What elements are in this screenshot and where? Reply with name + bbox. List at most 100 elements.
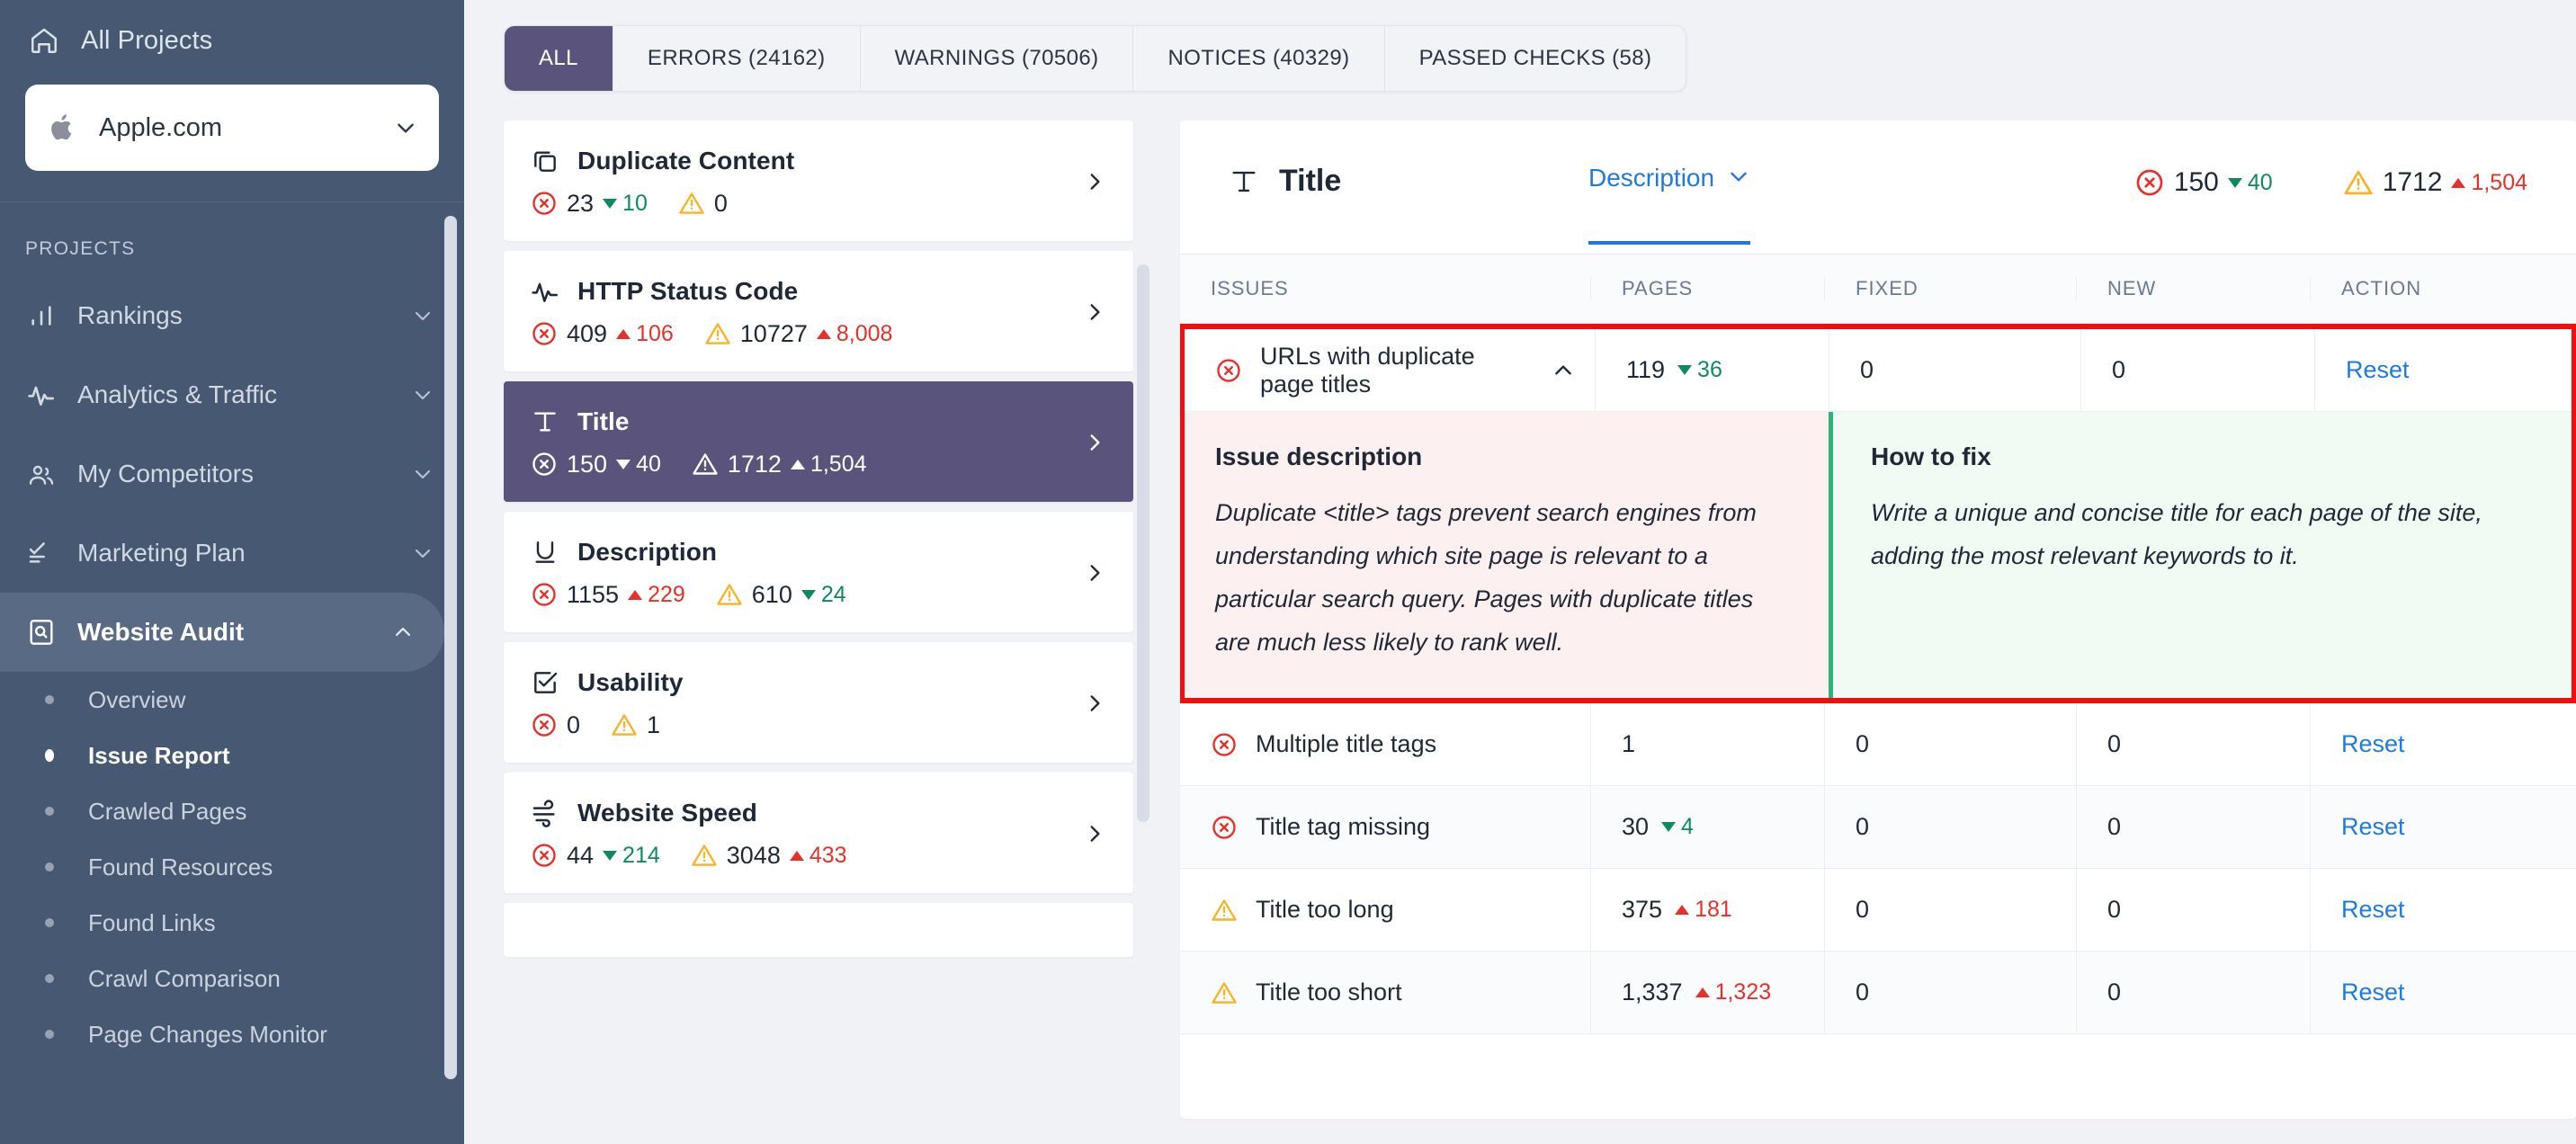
- error-count: 0: [567, 711, 581, 738]
- sidebar-item-label: Analytics & Traffic: [77, 380, 278, 408]
- reset-button[interactable]: Reset: [2346, 356, 2410, 384]
- sidebar-item-issue-report[interactable]: Issue Report: [0, 728, 464, 783]
- bullet-icon: [45, 807, 54, 816]
- card-title-row: Description: [531, 538, 1070, 567]
- fixed-cell: 0: [1824, 703, 2076, 786]
- table-row[interactable]: Title tag missing 30 4 0 0 Reset: [1180, 786, 2576, 870]
- bullet-icon: [45, 918, 54, 927]
- error-delta: 40: [2227, 170, 2273, 196]
- pages-count: 119: [1626, 356, 1666, 383]
- pages-cell: 1: [1590, 703, 1824, 786]
- category-card-website-speed[interactable]: Website Speed 44 214 3048 433: [504, 773, 1133, 893]
- pages-delta: 4: [1661, 814, 1694, 840]
- chevron-right-icon[interactable]: [1083, 170, 1106, 193]
- triangle-up-icon: [1675, 905, 1690, 916]
- chevron-right-icon[interactable]: [1083, 300, 1106, 324]
- sidebar-item-page-changes-monitor[interactable]: Page Changes Monitor: [0, 1006, 464, 1062]
- chevron-right-icon[interactable]: [1083, 431, 1106, 454]
- sidebar-item-website-audit[interactable]: Website Audit: [0, 593, 444, 672]
- tab-notices[interactable]: NOTICES (40329): [1132, 26, 1383, 91]
- table-row[interactable]: URLs with duplicate page titles 119 36 0: [1185, 329, 2572, 412]
- reset-button[interactable]: Reset: [2341, 979, 2405, 1006]
- pages-count: 30: [1622, 813, 1650, 841]
- error-count: 44: [567, 841, 595, 869]
- pages-delta-value: 1,323: [1714, 979, 1772, 1005]
- sidebar-item-overview[interactable]: Overview: [0, 672, 464, 728]
- table-row[interactable]: Multiple title tags 1 0 0 Reset: [1180, 703, 2576, 787]
- reset-button[interactable]: Reset: [2341, 896, 2405, 924]
- project-name: Apple.com: [99, 112, 223, 142]
- reset-button[interactable]: Reset: [2341, 813, 2405, 841]
- table-row[interactable]: Title too short 1,337 1,323 0 0 Reset: [1180, 952, 2576, 1035]
- sidebar-item-analytics-traffic[interactable]: Analytics & Traffic: [0, 355, 464, 434]
- category-list-scrollbar[interactable]: [1137, 264, 1149, 822]
- chevron-right-icon[interactable]: [1083, 692, 1106, 715]
- description-dropdown[interactable]: Description: [1588, 164, 1751, 245]
- category-card-duplicate-content[interactable]: Duplicate Content 23 10 0: [504, 121, 1133, 241]
- sidebar-item-found-resources[interactable]: Found Resources: [0, 839, 464, 895]
- category-list-column: Duplicate Content 23 10 0 HTTP Status Co…: [504, 121, 1149, 1119]
- error-delta: 106: [616, 321, 674, 347]
- warning-delta-value: 8,008: [836, 320, 893, 346]
- chevron-up-icon[interactable]: [1552, 359, 1575, 382]
- project-selector[interactable]: Apple.com: [25, 85, 439, 171]
- tab-label: WARNINGS (70506): [894, 46, 1099, 70]
- category-card-http-status-code[interactable]: HTTP Status Code 409 106 10727 8,008: [504, 251, 1133, 371]
- issue-name: URLs with duplicate page titles: [1260, 342, 1475, 398]
- card-metrics: 409 106 10727 8,008: [531, 320, 1070, 348]
- tab-passed-checks[interactable]: PASSED CHECKS (58): [1383, 26, 1686, 91]
- card-body: Description 1155 229 610 24: [531, 538, 1070, 609]
- chevron-up-icon: [392, 621, 414, 643]
- pages-cell: 30 4: [1590, 786, 1824, 869]
- tab-label: PASSED CHECKS (58): [1418, 46, 1652, 70]
- sidebar-scrollbar[interactable]: [444, 216, 457, 1079]
- triangle-down-icon: [603, 198, 618, 209]
- tab-all[interactable]: ALL: [505, 26, 613, 91]
- main-content: ALL ERRORS (24162) WARNINGS (70506) NOTI…: [464, 0, 2576, 1144]
- category-card-title[interactable]: Title 150 40 1712 1,504: [504, 381, 1133, 502]
- error-delta: 229: [628, 582, 685, 608]
- chevron-down-icon: [412, 463, 434, 485]
- card-metrics: 1155 229 610 24: [531, 581, 1070, 609]
- card-body: Usability 0 1: [531, 668, 1070, 739]
- category-card-description[interactable]: Description 1155 229 610 24: [504, 512, 1133, 632]
- issue-cell: Title tag missing: [1180, 786, 1590, 868]
- bar-chart-icon: [27, 301, 56, 330]
- pages-delta: 36: [1677, 357, 1722, 383]
- triangle-up-icon: [816, 328, 831, 339]
- sidebar-item-found-links[interactable]: Found Links: [0, 895, 464, 951]
- tab-errors[interactable]: ERRORS (24162): [612, 26, 860, 91]
- table-row[interactable]: Title too long 375 181 0 0 Reset: [1180, 869, 2576, 952]
- warning-icon: [1211, 979, 1238, 1006]
- category-card-usability[interactable]: Usability 0 1: [504, 642, 1133, 763]
- sidebar-item-my-competitors[interactable]: My Competitors: [0, 434, 464, 514]
- error-delta-value: 106: [636, 320, 674, 346]
- sidebar-item-crawled-pages[interactable]: Crawled Pages: [0, 783, 464, 839]
- warning-delta-value: 24: [820, 581, 846, 607]
- sidebar-item-label: My Competitors: [77, 460, 255, 487]
- warning-metric: 610 24: [716, 581, 846, 609]
- all-projects-link[interactable]: All Projects: [25, 20, 439, 65]
- error-count: 150: [567, 450, 608, 478]
- warning-metric: 10727 8,008: [704, 320, 893, 348]
- sidebar-item-marketing-plan[interactable]: Marketing Plan: [0, 514, 464, 593]
- error-metric: 0: [531, 711, 580, 739]
- issue-cell: Multiple title tags: [1180, 703, 1590, 785]
- chevron-right-icon[interactable]: [1083, 822, 1106, 845]
- triangle-down-icon: [1677, 365, 1693, 375]
- error-icon: [1215, 357, 1242, 384]
- error-count: 150: [2173, 167, 2219, 197]
- reset-button[interactable]: Reset: [2341, 730, 2405, 758]
- chevron-right-icon[interactable]: [1083, 561, 1106, 585]
- action-cell: Reset: [2310, 869, 2576, 952]
- card-metrics: 0 1: [531, 711, 1070, 739]
- new-cell: 0: [2076, 869, 2310, 952]
- severity-tabs: ALL ERRORS (24162) WARNINGS (70506) NOTI…: [504, 25, 1687, 92]
- sidebar-item-rankings[interactable]: Rankings: [0, 276, 464, 355]
- action-cell: Reset: [2310, 952, 2576, 1034]
- category-card-partial[interactable]: [504, 903, 1133, 957]
- issue-name: Title tag missing: [1256, 813, 1431, 841]
- tab-warnings[interactable]: WARNINGS (70506): [859, 26, 1133, 91]
- sidebar-subitem-label: Issue Report: [88, 741, 230, 769]
- sidebar-item-crawl-comparison[interactable]: Crawl Comparison: [0, 951, 464, 1006]
